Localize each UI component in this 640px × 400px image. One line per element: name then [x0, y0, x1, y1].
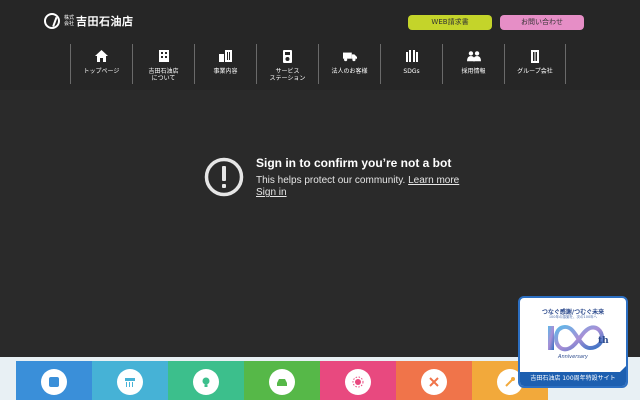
- service-tile-fuel-card[interactable]: [16, 361, 92, 400]
- alert-circle-icon: [204, 157, 244, 201]
- nav-item-corporate[interactable]: 法人のお客様: [318, 44, 380, 84]
- nav-label: サービス ステーション: [269, 68, 306, 82]
- bulb-icon: [193, 369, 219, 395]
- logo-mark-icon: [44, 13, 60, 29]
- car-wash-icon: [117, 369, 143, 395]
- bot-check-description-text: This helps protect our community.: [256, 175, 406, 186]
- contact-button[interactable]: お問い合わせ: [500, 15, 584, 30]
- main-nav: トップページ 吉田石油店 について 事業内容 サービス ステーション 法人のお客…: [70, 44, 566, 84]
- fuel-pump-icon: [281, 49, 295, 63]
- nav-item-business[interactable]: 事業内容: [194, 44, 256, 84]
- anniversary-mark: th: [598, 336, 609, 346]
- nav-item-recruit[interactable]: 採用情報: [442, 44, 504, 84]
- corner-arrow-icon: [620, 365, 626, 372]
- service-tile-electricity[interactable]: [168, 361, 244, 400]
- site-logo[interactable]: 株式会社 吉田石油店: [44, 13, 134, 29]
- nav-item-sdgs[interactable]: SDGs: [380, 44, 442, 84]
- anniversary-banner[interactable]: つなぐ感謝/つむぐ未来 100年の感謝を、次の100年へ th Annivers…: [518, 296, 628, 388]
- nav-item-service-station[interactable]: サービス ステーション: [256, 44, 318, 84]
- nav-label: 法人のお客様: [331, 68, 368, 75]
- sdgs-icon: [405, 50, 419, 62]
- nav-item-about[interactable]: 吉田石油店 について: [132, 44, 194, 84]
- building-icon: [157, 50, 171, 62]
- truck-icon: [342, 50, 357, 62]
- service-tile-car[interactable]: [244, 361, 320, 400]
- web-invoice-button[interactable]: WEB請求書: [408, 15, 492, 30]
- logo-company-name: 吉田石油店: [76, 15, 134, 28]
- anniversary-subtagline: 100年の感謝を、次の100年へ: [548, 315, 598, 319]
- nav-item-group[interactable]: グループ会社: [504, 44, 566, 84]
- site-header: 株式会社 吉田石油店 WEB請求書 お問い合わせ トップページ 吉田石油店 につ…: [0, 0, 640, 90]
- sign-in-link[interactable]: Sign in: [256, 187, 287, 198]
- anniversary-label: Anniversary: [558, 354, 588, 360]
- home-icon: [95, 50, 109, 62]
- bot-check-message: Sign in to confirm you’re not a bot This…: [204, 156, 464, 202]
- nav-item-top[interactable]: トップページ: [70, 44, 132, 84]
- learn-more-link[interactable]: Learn more: [408, 175, 459, 186]
- tower-icon: [528, 49, 542, 63]
- service-tile-repair[interactable]: [396, 361, 472, 400]
- people-icon: [466, 50, 481, 62]
- car-icon: [269, 369, 295, 395]
- service-tiles: [16, 361, 548, 400]
- nav-label: 採用情報: [461, 68, 486, 75]
- logo-company-type: 株式会社: [64, 15, 75, 27]
- tools-icon: [421, 369, 447, 395]
- nav-label: 事業内容: [213, 68, 238, 75]
- bot-check-description: This helps protect our community. Learn …: [256, 175, 459, 186]
- nav-label: 吉田石油店 について: [148, 68, 179, 82]
- office-buildings-icon: [218, 50, 233, 62]
- anniversary-site-link[interactable]: 吉田石油店 100周年特設サイト: [520, 372, 626, 386]
- bot-check-title: Sign in to confirm you’re not a bot: [256, 156, 452, 170]
- nav-label: グループ会社: [517, 68, 553, 75]
- nav-label: SDGs: [403, 68, 420, 75]
- fuel-card-icon: [41, 369, 67, 395]
- nav-label: トップページ: [83, 68, 120, 75]
- sun-icon: [345, 369, 371, 395]
- service-tile-car-wash[interactable]: [92, 361, 168, 400]
- service-tile-solar[interactable]: [320, 361, 396, 400]
